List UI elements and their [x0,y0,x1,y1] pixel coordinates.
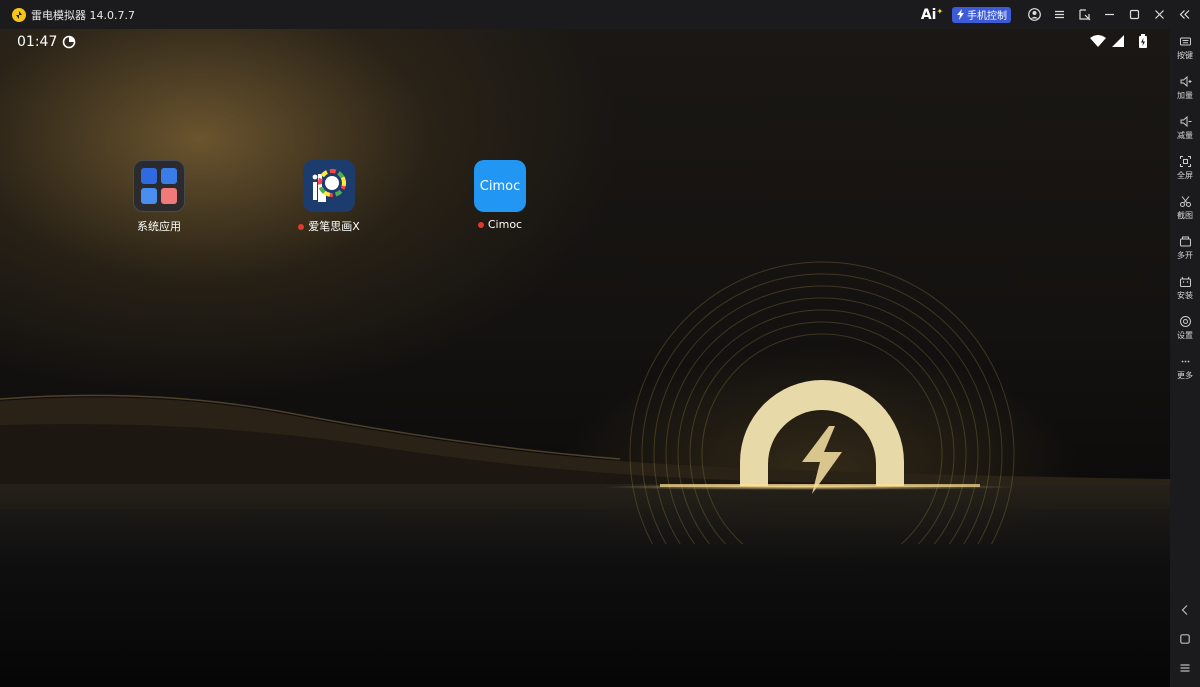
volume-up-icon [1180,75,1191,88]
scissors-icon [1179,196,1191,207]
close-button[interactable] [1147,0,1171,29]
lightning-icon [957,9,964,20]
collapse-sidebar-button[interactable] [1172,0,1196,29]
double-chevron-left-icon [1179,10,1189,19]
sidebar-item-settings[interactable]: 设置 [1170,315,1200,340]
clock: 01:47 [17,34,58,50]
android-status-bar: 01:47 [0,29,1170,55]
gallery-mini-icon [161,188,177,204]
title-bar: 雷电模拟器 14.0.7.7 Ai✦ 手机控制 [0,0,1200,29]
recents-menu-icon [1180,664,1190,672]
sidebar-item-screenshot[interactable]: 截图 [1170,195,1200,220]
sidebar-item-label: 截图 [1177,211,1193,220]
account-button[interactable] [1022,0,1046,29]
volume-down-icon [1180,115,1191,128]
sidebar-item-label: 安装 [1177,291,1193,300]
new-install-dot [298,224,305,230]
pin-window-button[interactable] [1072,0,1096,29]
app-label-text: 系统应用 [137,220,181,233]
window-title: 雷电模拟器 14.0.7.7 [31,8,135,22]
sidebar-item-label: 设置 [1177,331,1193,340]
keyboard-icon [1179,37,1191,46]
nav-home-button[interactable] [1170,633,1200,645]
home-square-icon [1180,634,1190,644]
menu-icon [1054,10,1064,19]
app-label: 爱笔思画X [284,218,374,234]
maximize-button[interactable] [1122,0,1146,29]
menu-button[interactable] [1047,0,1071,29]
ai-assistant-button[interactable]: Ai✦ [920,7,944,23]
app-label: 系统应用 [114,218,204,234]
sidebar-item-label: 多开 [1177,251,1193,260]
sidebar-item-label: 加量 [1177,91,1193,100]
emulator-logo-icon [12,7,26,22]
files-mini-icon [141,188,157,204]
close-icon [1154,10,1164,19]
nav-back-button[interactable] [1170,604,1200,616]
maximize-icon [1129,9,1139,20]
settings-icon [1179,316,1191,327]
ldplayer-wallpaper-logo [629,261,1015,544]
nav-recents-button[interactable] [1170,662,1200,674]
emulator-sidebar: 按键 加量 减量 全屏 截图 多开 安装 设置 更多 [1170,29,1200,687]
sidebar-item-label: 按键 [1177,51,1193,60]
ibispaint-icon [303,160,355,212]
apk-install-icon [1179,276,1191,287]
cimoc-icon: Cimoc [474,160,526,212]
back-chevron-icon [1181,605,1188,615]
more-icon [1181,360,1189,363]
browser-mini-icon [161,168,177,184]
folder-icon [133,160,185,212]
app-system-apps[interactable]: 系统应用 [114,160,204,234]
app-label: Cimoc [455,218,545,231]
sidebar-item-label: 减量 [1177,131,1193,140]
app-cimoc[interactable]: Cimoc Cimoc [455,160,545,231]
sidebar-item-volume-down[interactable]: 减量 [1170,115,1200,140]
sidebar-item-label: 更多 [1177,371,1193,380]
minimize-button[interactable] [1097,0,1121,29]
app-label-text: 爱笔思画X [308,220,360,233]
minimize-icon [1104,13,1114,16]
fullscreen-icon [1179,156,1191,167]
sidebar-item-install[interactable]: 安装 [1170,275,1200,300]
app-ibispaint[interactable]: 爱笔思画X [284,160,374,234]
sidebar-item-keymap[interactable]: 按键 [1170,35,1200,60]
cell-signal-icon [1112,35,1124,47]
user-icon [1027,8,1041,21]
sidebar-item-volume-up[interactable]: 加量 [1170,75,1200,100]
battery-charging-icon [1139,34,1147,48]
app-label-text: Cimoc [487,218,523,231]
sidebar-item-label: 全屏 [1177,171,1193,180]
new-install-dot [477,222,484,228]
external-window-icon [1078,9,1090,21]
phone-control-label: 手机控制 [967,11,1007,22]
ai-label: Ai [920,6,937,23]
android-home-screen[interactable]: 01:47 系统应用 爱笔思画X Cimoc Cimoc [0,29,1170,687]
sidebar-item-more[interactable]: 更多 [1170,355,1200,380]
phone-control-button[interactable]: 手机控制 [952,6,1011,23]
wifi-icon [1090,35,1106,47]
sidebar-item-multi-instance[interactable]: 多开 [1170,235,1200,260]
sidebar-item-fullscreen[interactable]: 全屏 [1170,155,1200,180]
settings-mini-icon [141,168,157,184]
multi-instance-icon [1179,236,1191,247]
sync-status-icon [62,35,76,49]
